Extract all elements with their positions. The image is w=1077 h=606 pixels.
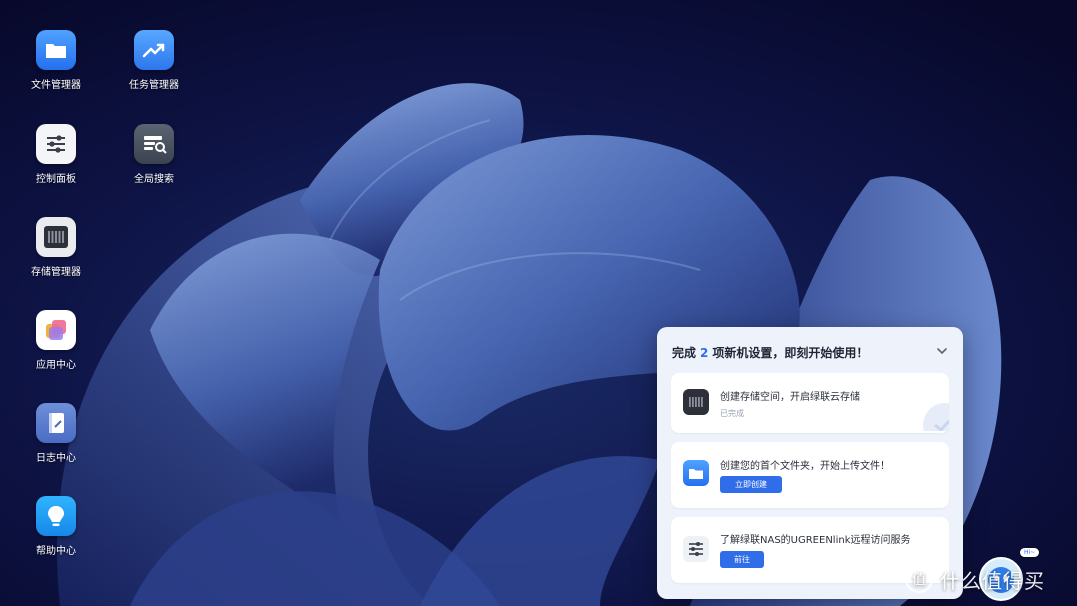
svg-text:值: 值 xyxy=(912,572,926,588)
storage-drive-icon xyxy=(36,217,76,257)
desktop-icon-app-center[interactable]: 应用中心 xyxy=(14,310,98,371)
watermark: 值 什么值得买 xyxy=(904,562,1070,596)
search-panel-icon xyxy=(134,124,174,164)
zhi-logo-icon: 值 xyxy=(905,565,933,593)
desktop-icon-task-manager[interactable]: 任务管理器 xyxy=(112,30,196,91)
desktop-icon-global-search[interactable]: 全局搜索 xyxy=(112,124,196,185)
setup-guide-panel: 完成 2 项新机设置，即刻开始使用！ 创建存储空间，开启绿联云存储 已完成 创建您的… xyxy=(657,327,963,599)
sliders-icon xyxy=(36,124,76,164)
setup-guide-title: 完成 2 项新机设置，即刻开始使用！ xyxy=(672,344,868,361)
create-now-button[interactable]: 立即创建 xyxy=(720,476,782,493)
trend-chart-icon xyxy=(134,30,174,70)
desktop-icon-label: 控制面板 xyxy=(36,174,76,185)
desktop-icon-storage-manager[interactable]: 存储管理器 xyxy=(14,217,98,278)
app-stack-icon xyxy=(36,310,76,350)
completed-count: 2 xyxy=(700,346,709,360)
completed-badge-icon xyxy=(905,387,949,431)
log-book-icon xyxy=(36,403,76,443)
folder-icon xyxy=(36,30,76,70)
task-title: 创建您的首个文件夹，开始上传文件！ xyxy=(720,461,890,472)
folder-icon xyxy=(683,460,709,486)
title-prefix: 完成 xyxy=(672,346,697,360)
collapse-panel-button[interactable] xyxy=(935,343,949,357)
desktop-icon-label: 存储管理器 xyxy=(31,267,81,278)
storage-drive-icon xyxy=(683,389,709,415)
go-button[interactable]: 前往 xyxy=(720,551,764,568)
desktop-icon-label: 任务管理器 xyxy=(129,80,179,91)
setup-task-storage[interactable]: 创建存储空间，开启绿联云存储 已完成 xyxy=(671,373,949,433)
sliders-icon xyxy=(683,536,709,562)
desktop-icon-label: 文件管理器 xyxy=(31,80,81,91)
desktop-icon-file-manager[interactable]: 文件管理器 xyxy=(14,30,98,91)
lightbulb-icon xyxy=(36,496,76,536)
task-title: 创建存储空间，开启绿联云存储 xyxy=(720,392,860,403)
assistant-bubble: Hi~ xyxy=(1020,548,1040,557)
desktop-icon-label: 帮助中心 xyxy=(36,546,76,557)
desktop-icon-label: 日志中心 xyxy=(36,453,76,464)
desktop-icon-help-center[interactable]: 帮助中心 xyxy=(14,496,98,557)
task-status: 已完成 xyxy=(720,409,744,418)
desktop-icon-log-center[interactable]: 日志中心 xyxy=(14,403,98,464)
desktop-icon-grid: 文件管理器 任务管理器 控制面板 全局搜索 存储管理器 应用中心 日志中心 帮助… xyxy=(0,0,220,606)
title-suffix: 项新机设置，即刻开始使用！ xyxy=(712,346,869,360)
watermark-text: 什么值得买 xyxy=(940,568,1045,593)
setup-task-folder: 创建您的首个文件夹，开始上传文件！ 立即创建 xyxy=(671,442,949,508)
desktop-icon-control-panel[interactable]: 控制面板 xyxy=(14,124,98,185)
chevron-down-icon xyxy=(937,348,947,355)
desktop-icon-label: 应用中心 xyxy=(36,360,76,371)
task-title: 了解绿联NAS的UGREENlink远程访问服务 xyxy=(720,535,911,546)
desktop-icon-label: 全局搜索 xyxy=(134,174,174,185)
